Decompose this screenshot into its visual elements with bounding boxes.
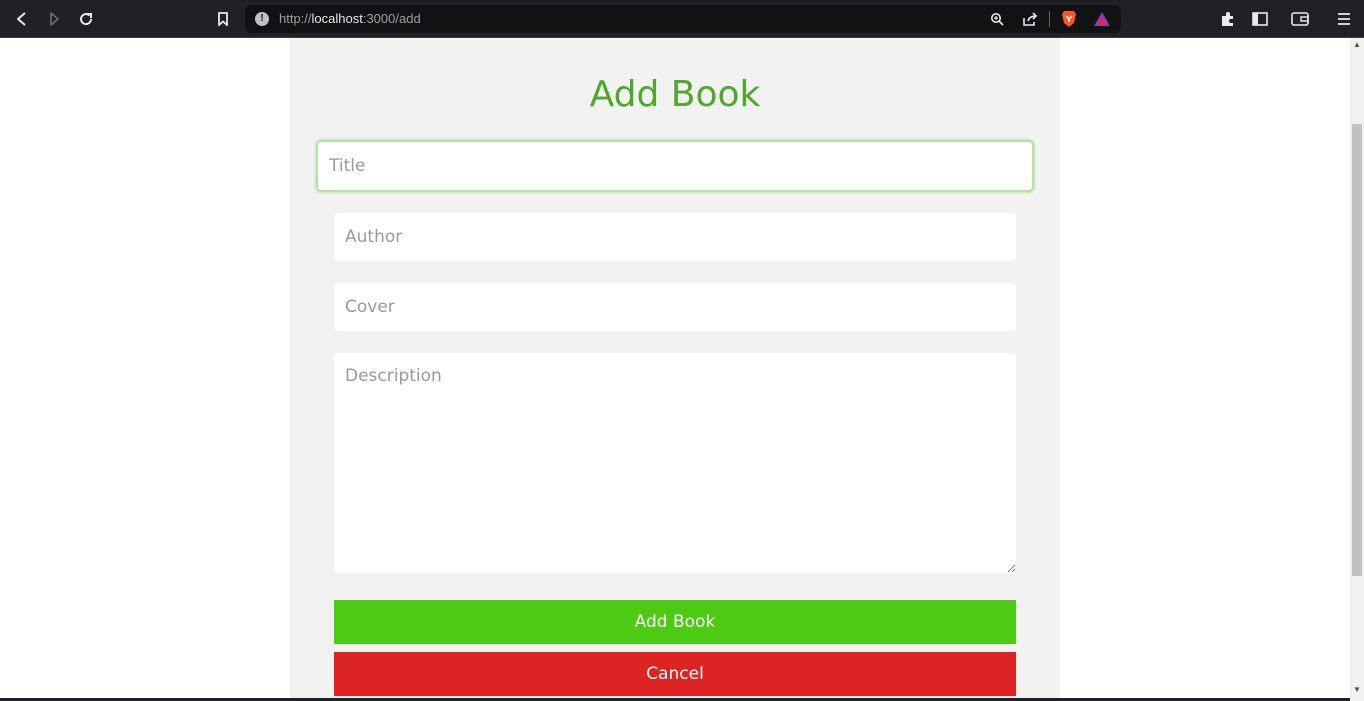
menu-icon[interactable] — [1334, 9, 1354, 29]
sidebar-icon[interactable] — [1250, 9, 1270, 29]
info-icon[interactable]: ! — [255, 12, 269, 26]
cancel-button[interactable]: Cancel — [334, 652, 1016, 696]
page-scrollbar[interactable]: ▲ ▼ — [1350, 38, 1364, 701]
bookmark-icon[interactable] — [213, 9, 233, 29]
title-input[interactable] — [316, 140, 1034, 192]
wallet-icon[interactable] — [1290, 9, 1310, 29]
cover-input[interactable] — [334, 283, 1016, 331]
zoom-icon[interactable] — [987, 9, 1007, 29]
url-text[interactable]: http://localhost:3000/add — [279, 11, 421, 26]
brave-rewards-icon[interactable] — [1092, 9, 1112, 29]
add-book-button[interactable]: Add Book — [334, 600, 1016, 644]
address-bar[interactable]: ! http://localhost:3000/add — [245, 5, 1121, 33]
urlbar-separator — [1049, 11, 1050, 27]
add-book-form: Add Book Add Book Cancel — [290, 38, 1060, 701]
scroll-thumb[interactable] — [1352, 124, 1362, 576]
page-title: Add Book — [589, 74, 761, 115]
extensions-icon[interactable] — [1218, 9, 1238, 29]
author-input[interactable] — [334, 213, 1016, 261]
reload-icon[interactable] — [76, 9, 96, 29]
page-viewport: Add Book Add Book Cancel — [0, 38, 1350, 701]
scroll-down-icon[interactable]: ▼ — [1350, 683, 1364, 697]
browser-toolbar: ! http://localhost:3000/add — [0, 0, 1364, 38]
description-textarea[interactable] — [334, 353, 1016, 573]
forward-icon[interactable] — [44, 9, 64, 29]
scroll-up-icon[interactable]: ▲ — [1350, 38, 1364, 52]
back-icon[interactable] — [12, 9, 32, 29]
brave-shield-icon[interactable] — [1059, 9, 1079, 29]
share-icon[interactable] — [1020, 9, 1040, 29]
